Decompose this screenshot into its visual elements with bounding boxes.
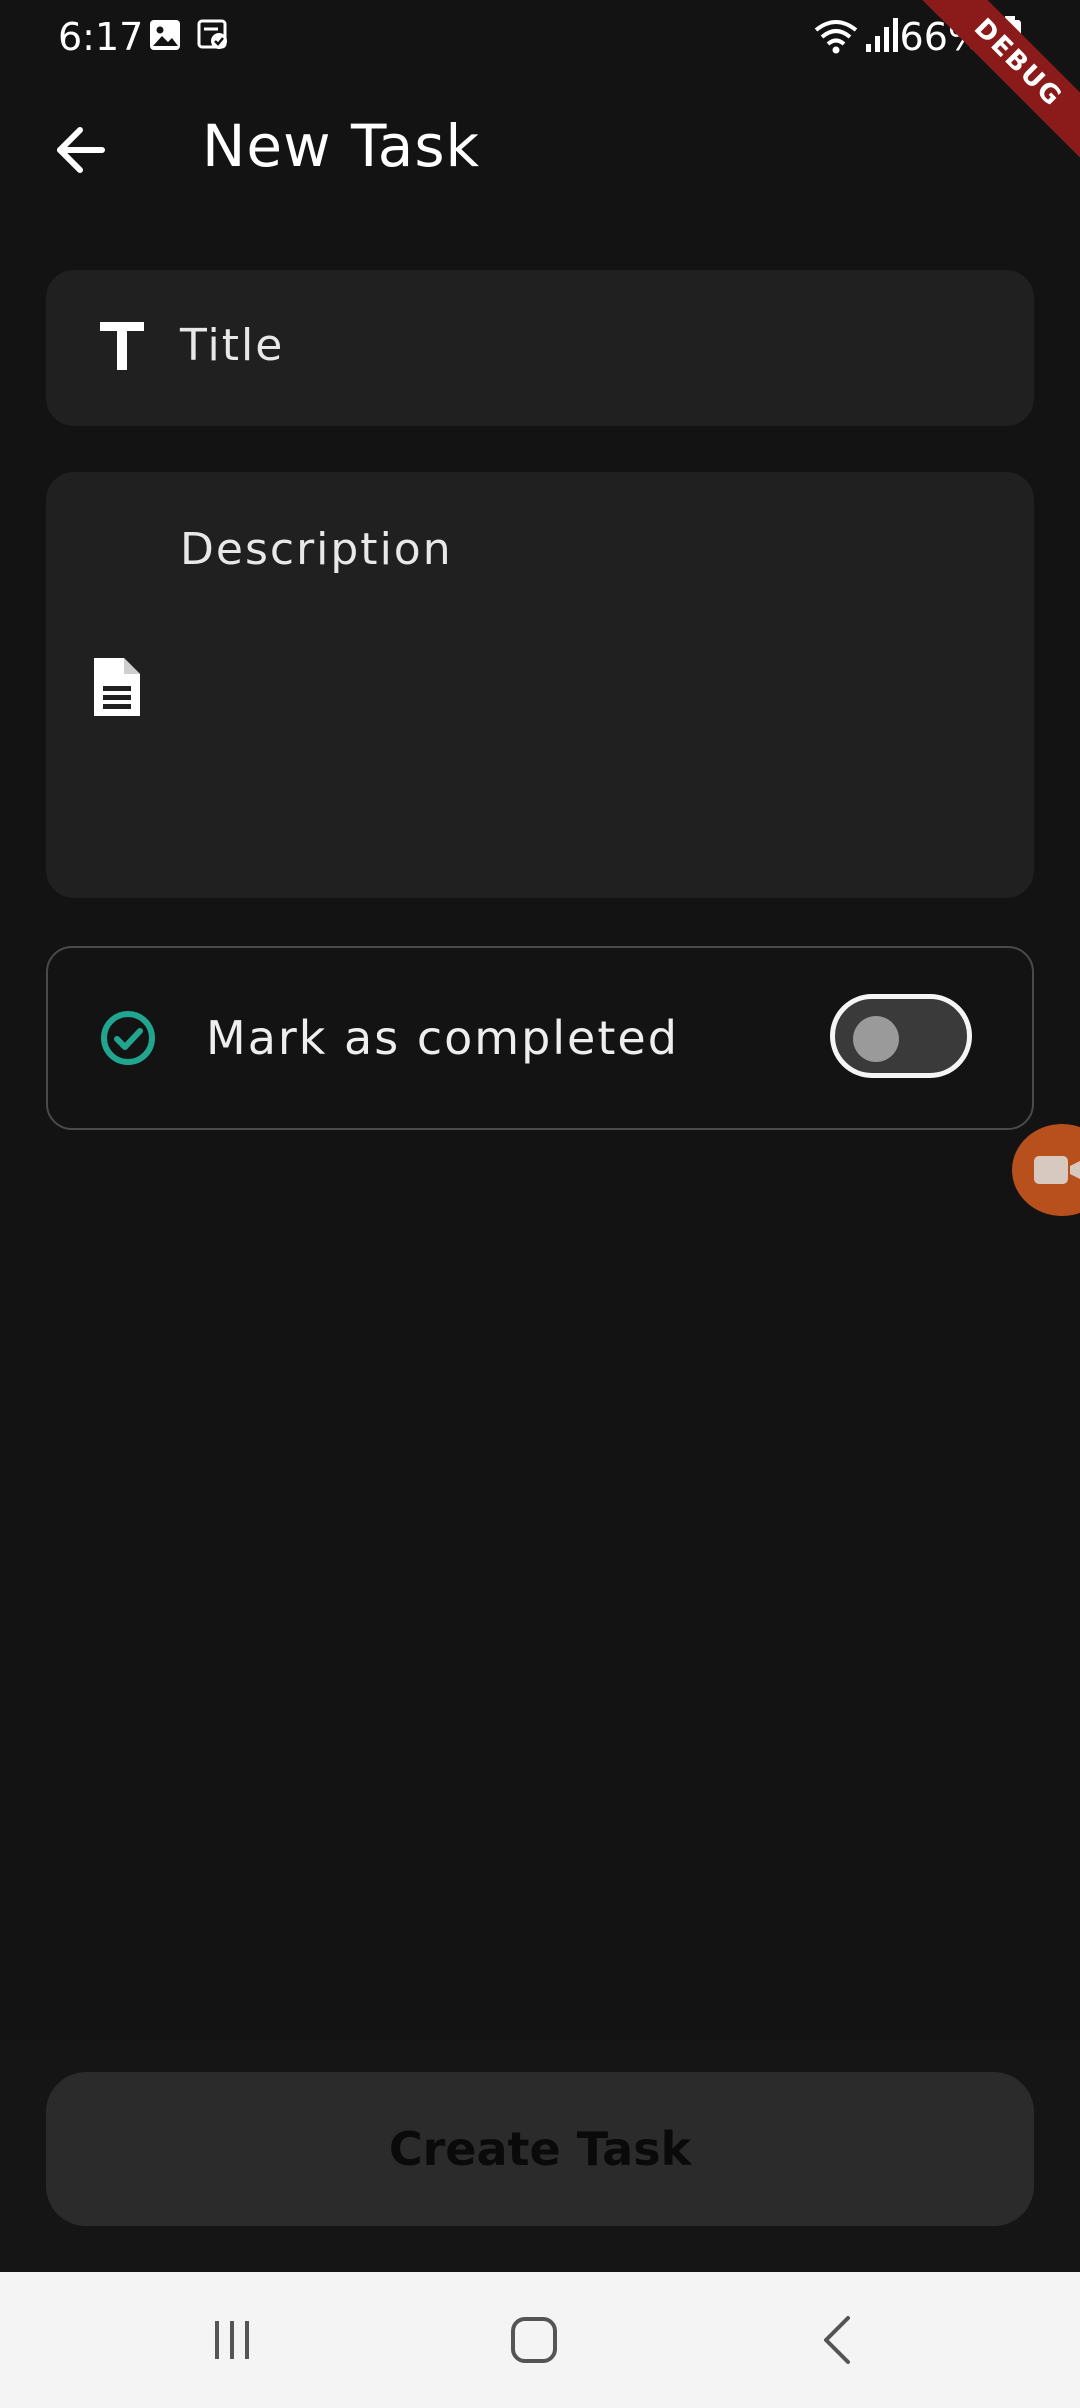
description-placeholder: Description (180, 524, 453, 575)
status-time: 6:17 (58, 15, 144, 59)
toggle-knob (853, 1016, 899, 1062)
wifi-icon (814, 20, 858, 54)
create-task-button[interactable]: Create Task (46, 2072, 1034, 2226)
recent-apps-button[interactable] (172, 2298, 292, 2382)
back-icon (824, 2316, 850, 2364)
title-field[interactable]: Title (46, 270, 1034, 426)
signal-icon (866, 18, 898, 52)
mark-completed-card: Mark as completed (46, 946, 1034, 1130)
text-t-icon (100, 322, 144, 370)
system-navigation-bar (0, 2272, 1080, 2408)
description-field[interactable]: Description (46, 472, 1034, 898)
back-button[interactable] (40, 110, 120, 190)
task-notification-icon (197, 19, 227, 49)
document-icon (94, 658, 140, 716)
page-title: New Task (202, 112, 481, 180)
recent-apps-icon (215, 2321, 249, 2359)
mark-completed-label: Mark as completed (206, 1011, 679, 1065)
check-circle-icon (101, 1011, 155, 1065)
nav-back-button[interactable] (778, 2298, 898, 2382)
arrow-back-icon (57, 127, 105, 173)
gallery-icon (150, 20, 180, 50)
home-icon (511, 2317, 557, 2363)
title-placeholder: Title (180, 320, 285, 371)
home-button[interactable] (474, 2298, 594, 2382)
video-camera-icon (1034, 1156, 1080, 1184)
floating-video-bubble[interactable] (1012, 1124, 1080, 1216)
completed-toggle[interactable] (830, 994, 972, 1078)
